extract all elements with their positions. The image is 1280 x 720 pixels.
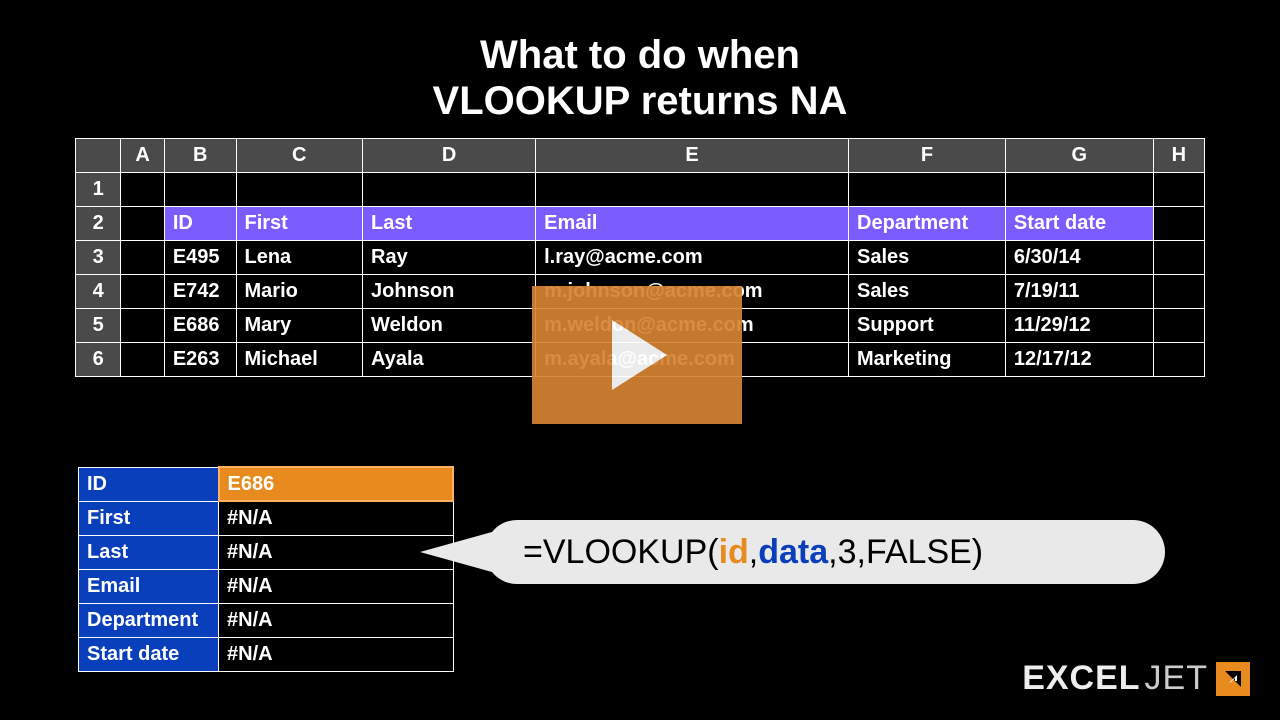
lookup-email-value: #N/A bbox=[219, 569, 454, 603]
play-button[interactable] bbox=[532, 286, 742, 424]
formula-callout: =VLOOKUP(id,data,3,FALSE) bbox=[485, 520, 1165, 584]
hdr-start: Start date bbox=[1005, 207, 1153, 241]
col-F: F bbox=[849, 139, 1006, 173]
logo-arrow-icon bbox=[1216, 662, 1250, 696]
lookup-email-label: Email bbox=[79, 569, 219, 603]
row-2-header: 2 ID First Last Email Department Start d… bbox=[76, 207, 1205, 241]
row-3: 3 E495 Lena Ray l.ray@acme.com Sales 6/3… bbox=[76, 241, 1205, 275]
hdr-first: First bbox=[236, 207, 363, 241]
lookup-dept-value: #N/A bbox=[219, 603, 454, 637]
col-A: A bbox=[121, 139, 165, 173]
lookup-first-label: First bbox=[79, 501, 219, 535]
col-E: E bbox=[536, 139, 849, 173]
corner-cell bbox=[76, 139, 121, 173]
row-1: 1 bbox=[76, 173, 1205, 207]
col-C: C bbox=[236, 139, 363, 173]
col-D: D bbox=[363, 139, 536, 173]
lookup-start-value: #N/A bbox=[219, 637, 454, 671]
col-H: H bbox=[1153, 139, 1204, 173]
callout-tail bbox=[420, 532, 492, 572]
lookup-dept-label: Department bbox=[79, 603, 219, 637]
page-title: What to do when VLOOKUP returns NA bbox=[0, 0, 1280, 138]
col-B: B bbox=[164, 139, 236, 173]
play-icon bbox=[607, 320, 667, 390]
lookup-id-label: ID bbox=[79, 467, 219, 501]
hdr-email: Email bbox=[536, 207, 849, 241]
hdr-id: ID bbox=[164, 207, 236, 241]
lookup-first-value: #N/A bbox=[219, 501, 454, 535]
lookup-last-label: Last bbox=[79, 535, 219, 569]
exceljet-logo: EXCELJET bbox=[1022, 659, 1250, 698]
hdr-dept: Department bbox=[849, 207, 1006, 241]
lookup-id-value: E686 bbox=[219, 467, 454, 501]
lookup-table: ID E686 First #N/A Last #N/A Email #N/A … bbox=[78, 466, 454, 672]
lookup-last-value: #N/A bbox=[219, 535, 454, 569]
col-G: G bbox=[1005, 139, 1153, 173]
lookup-start-label: Start date bbox=[79, 637, 219, 671]
hdr-last: Last bbox=[363, 207, 536, 241]
